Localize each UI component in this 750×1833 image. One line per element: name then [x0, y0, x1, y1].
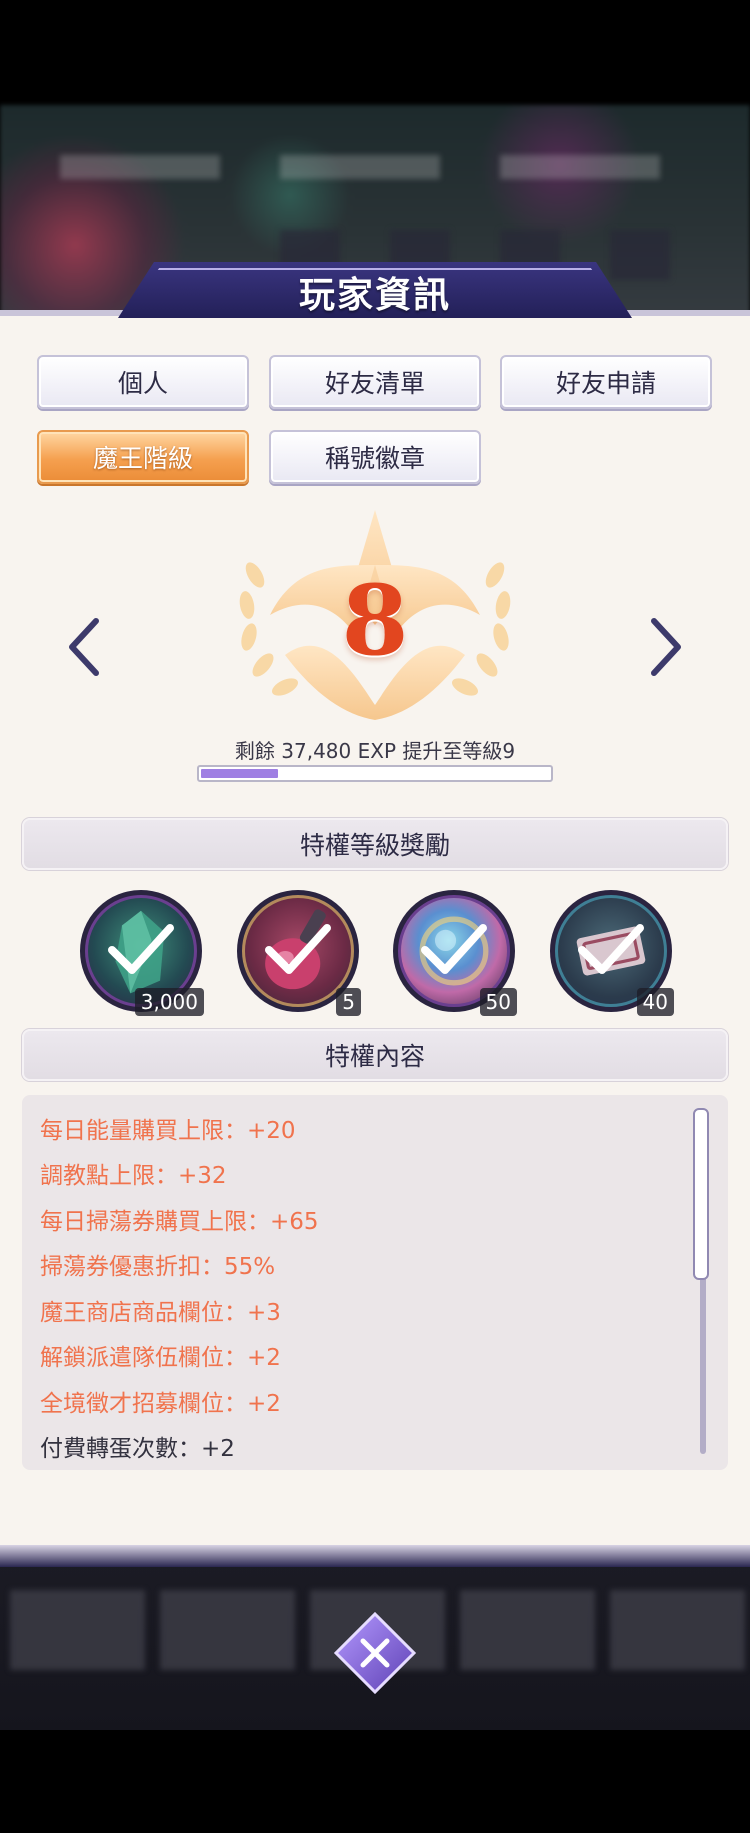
privilege-item: 每日能量購買上限：+20 [40, 1118, 296, 1144]
page-title: 玩家資訊 [298, 274, 451, 316]
privilege-item: 全境徵才招募欄位：+2 [40, 1391, 281, 1417]
reward-item[interactable]: 50 [393, 890, 517, 1016]
privileges-section-header: 特權內容 [22, 1029, 728, 1081]
reward-quantity: 3,000 [134, 988, 204, 1016]
privilege-item: 調教點上限：+32 [40, 1163, 227, 1189]
background-hud-blur [60, 155, 700, 179]
privilege-item: 掃蕩券優惠折扣：55% [40, 1254, 276, 1280]
panel-bottom-border [0, 1545, 750, 1567]
tab-friend-requests[interactable]: 好友申請 [500, 355, 712, 409]
privilege-item: 每日掃蕩券購買上限：+65 [40, 1209, 319, 1235]
exp-progress-bar [197, 765, 553, 782]
list-scrollbar-thumb[interactable] [693, 1108, 709, 1280]
reward-quantity: 50 [479, 988, 517, 1016]
tab-personal[interactable]: 個人 [37, 355, 249, 409]
privilege-item: 付費轉蛋次數：+2 [40, 1436, 235, 1462]
reward-quantity: 5 [336, 988, 361, 1016]
exp-progress-fill [201, 769, 278, 778]
claimed-check-icon [108, 924, 174, 974]
chevron-left-icon [69, 618, 99, 676]
previous-level-button[interactable] [64, 612, 104, 682]
privilege-item: 魔王商店商品欄位：+3 [40, 1300, 281, 1326]
tab-demon-king-rank[interactable]: 魔王階級 [37, 430, 249, 484]
reward-quantity: 40 [636, 988, 674, 1016]
tab-title-badges[interactable]: 稱號徽章 [269, 430, 481, 484]
claimed-check-icon [265, 924, 331, 974]
claimed-check-icon [578, 924, 644, 974]
reward-item[interactable]: 3,000 [80, 890, 204, 1016]
reward-item[interactable]: 5 [237, 890, 361, 1016]
claimed-check-icon [421, 924, 487, 974]
exp-remaining-text: 剩餘 37,480 EXP 提升至等級9 [234, 739, 516, 763]
rank-level-number: 8 [341, 563, 409, 677]
rewards-section-header: 特權等級獎勵 [22, 818, 728, 870]
tab-friend-list[interactable]: 好友清單 [269, 355, 481, 409]
close-button[interactable] [334, 1612, 416, 1694]
reward-item[interactable]: 40 [550, 890, 674, 1016]
privilege-item: 解鎖派遣隊伍欄位：+2 [40, 1345, 281, 1371]
next-level-button[interactable] [646, 612, 686, 682]
chevron-right-icon [651, 618, 681, 676]
